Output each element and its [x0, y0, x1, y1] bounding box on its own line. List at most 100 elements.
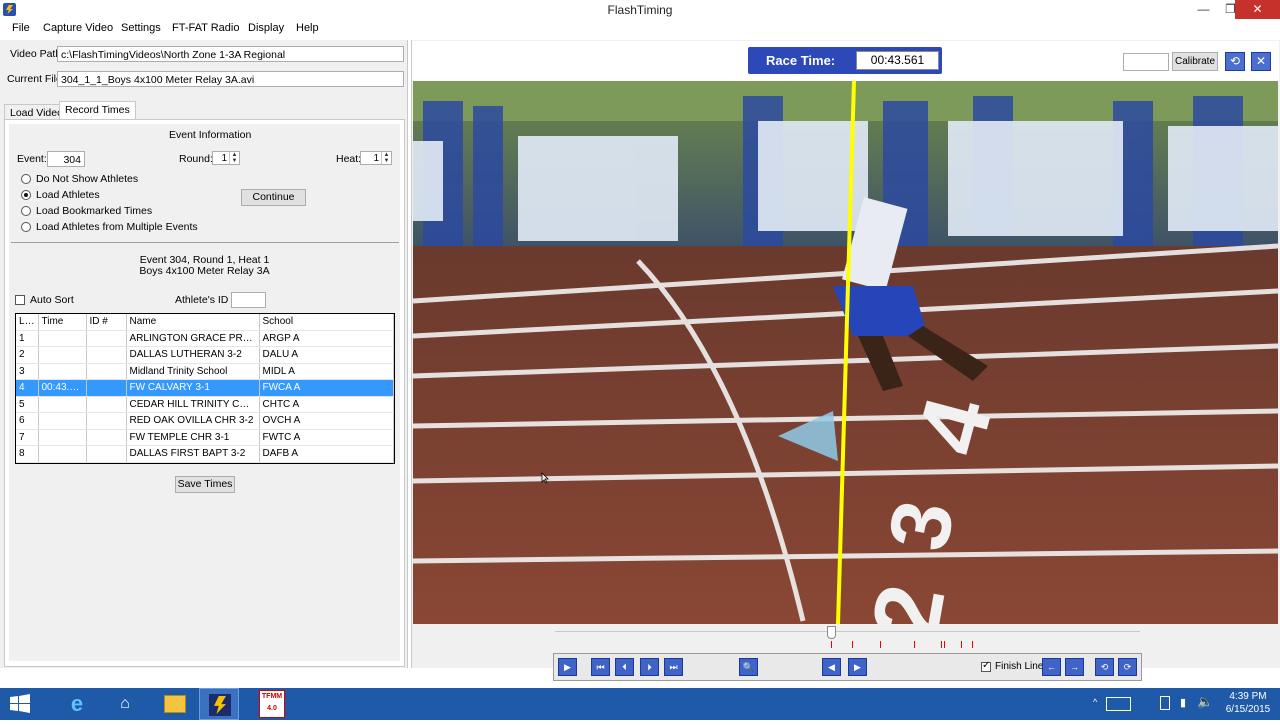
taskbar: e ⌂ TFMM 4.0 ^ ▮ 🔈 4:39 PM 6/15/2015	[0, 688, 1280, 720]
race-video-image: 4 3 2	[413, 81, 1278, 624]
tfmm-taskbar-icon[interactable]: TFMM 4.0	[252, 688, 292, 720]
col-time[interactable]: Time	[38, 314, 87, 331]
prev-bookmark-icon[interactable]: ◀	[822, 658, 841, 676]
cell-time[interactable]	[38, 346, 87, 364]
table-row-selected[interactable]: 4 00:43.561 FW CALVARY 3-1 FWCA A	[16, 379, 394, 397]
zoom-icon[interactable]: 🔍	[739, 658, 758, 676]
athlete-id-input[interactable]	[231, 292, 266, 308]
internet-explorer-icon[interactable]: e	[57, 688, 97, 720]
menu-display[interactable]: Display	[248, 22, 284, 34]
rotate-left-icon[interactable]: ⟲	[1095, 658, 1114, 676]
spin-arrows-icon[interactable]: ▲ ▼	[381, 152, 391, 164]
step-back-icon[interactable]: ⏴	[615, 658, 634, 676]
skip-to-start-icon[interactable]: ⏮	[591, 658, 610, 676]
finish-line-label: Finish Line	[995, 661, 1044, 672]
file-explorer-icon[interactable]	[154, 688, 194, 720]
battery-icon[interactable]	[1160, 696, 1170, 710]
col-school[interactable]: School	[259, 314, 394, 331]
heat-stepper[interactable]: 1 ▲ ▼	[360, 151, 392, 165]
cell-lane: 3	[16, 363, 39, 380]
timeline-scrubber[interactable]	[827, 626, 836, 639]
table-row[interactable]: 7 FW TEMPLE CHR 3-1 FWTC A	[16, 429, 394, 446]
cell-lane: 2	[16, 346, 39, 364]
radio-load-multiple[interactable]	[21, 222, 31, 232]
close-button[interactable]: ✕	[1235, 0, 1280, 19]
calibrate-input[interactable]	[1123, 53, 1169, 71]
menu-ft-fat-radio[interactable]: FT-FAT Radio	[172, 22, 239, 34]
radio-load-athletes[interactable]	[21, 190, 31, 200]
cell-school: CHTC A	[259, 396, 394, 413]
menu-help[interactable]: Help	[296, 22, 319, 34]
col-lane[interactable]: Lane	[16, 314, 39, 331]
cell-time[interactable]: 00:43.561	[38, 379, 87, 397]
radio-do-not-show[interactable]	[21, 174, 31, 184]
round-stepper[interactable]: 1 ▲ ▼	[212, 151, 240, 165]
clock-time: 4:39 PM	[1229, 691, 1267, 702]
table-row[interactable]: 2 DALLAS LUTHERAN 3-2 DALU A	[16, 346, 394, 364]
current-file-field[interactable]: 304_1_1_Boys 4x100 Meter Relay 3A.avi	[57, 71, 404, 87]
network-icon[interactable]: ▮	[1180, 696, 1186, 709]
cell-name: FW CALVARY 3-1	[126, 379, 260, 397]
event-subheading: Boys 4x100 Meter Relay 3A	[139, 265, 270, 277]
volume-icon[interactable]: 🔈	[1197, 694, 1213, 710]
rotate-right-icon[interactable]: ⟳	[1118, 658, 1137, 676]
menu-file[interactable]: File	[12, 22, 30, 34]
arrow-right-icon[interactable]: →	[1065, 658, 1084, 676]
keyboard-icon[interactable]	[1106, 697, 1131, 711]
cell-lane: 1	[16, 330, 39, 347]
cell-id[interactable]	[86, 346, 127, 364]
video-path-field[interactable]: c:\FlashTimingVideos\North Zone 1-3A Reg…	[57, 46, 404, 62]
cell-id[interactable]	[86, 330, 127, 347]
minimize-button[interactable]: —	[1190, 0, 1217, 19]
cell-time[interactable]	[38, 429, 87, 446]
col-id[interactable]: ID #	[86, 314, 127, 331]
arrow-left-icon[interactable]: ←	[1042, 658, 1061, 676]
next-bookmark-icon[interactable]: ▶	[848, 658, 867, 676]
auto-sort-checkbox[interactable]	[15, 295, 25, 305]
radio-load-bookmarked[interactable]	[21, 206, 31, 216]
video-frame[interactable]: 4 3 2	[413, 81, 1278, 624]
table-row[interactable]: 6 RED OAK OVILLA CHR 3-2 OVCH A	[16, 412, 394, 430]
show-hidden-icons[interactable]: ^	[1093, 697, 1103, 709]
close-video-icon[interactable]: ✕	[1251, 52, 1271, 71]
home-icon[interactable]: ⌂	[105, 688, 145, 720]
table-row[interactable]: 8 DALLAS FIRST BAPT 3-2 DAFB A	[16, 445, 394, 463]
cell-id[interactable]	[86, 412, 127, 430]
cell-time[interactable]	[38, 445, 87, 463]
table-row[interactable]: 5 CEDAR HILL TRINITY CHR ... CHTC A	[16, 396, 394, 413]
skip-to-end-icon[interactable]: ⏭	[664, 658, 683, 676]
refresh-icon[interactable]: ⟲	[1225, 52, 1245, 71]
spin-arrows-icon[interactable]: ▲ ▼	[229, 152, 239, 164]
cell-id[interactable]	[86, 445, 127, 463]
flashtiming-taskbar-icon[interactable]	[199, 688, 239, 720]
col-name[interactable]: Name	[126, 314, 260, 331]
cell-time[interactable]	[38, 363, 87, 380]
cell-id[interactable]	[86, 396, 127, 413]
calibrate-button[interactable]: Calibrate	[1172, 52, 1218, 71]
menu-settings[interactable]: Settings	[121, 22, 161, 34]
timeline[interactable]	[555, 624, 1145, 654]
cell-name: CEDAR HILL TRINITY CHR ...	[126, 396, 260, 413]
cell-name: ARLINGTON GRACE PREP ...	[126, 330, 260, 347]
bookmark-tick	[972, 641, 973, 648]
step-forward-icon[interactable]: ⏵	[640, 658, 659, 676]
event-input[interactable]: 304	[47, 151, 85, 167]
clock[interactable]: 4:39 PM 6/15/2015	[1222, 690, 1274, 716]
cell-id[interactable]	[86, 379, 127, 397]
finish-line-checkbox[interactable]: ✓	[981, 660, 991, 672]
cell-id[interactable]	[86, 363, 127, 380]
table-row[interactable]: 3 Midland Trinity School MIDL A	[16, 363, 394, 380]
tab-record-times[interactable]: Record Times	[59, 101, 136, 120]
continue-button[interactable]: Continue	[241, 189, 306, 206]
play-icon[interactable]: ▶	[558, 658, 577, 676]
cell-school: FWCA A	[259, 379, 394, 397]
cell-id[interactable]	[86, 429, 127, 446]
cell-time[interactable]	[38, 412, 87, 430]
menu-capture-video[interactable]: Capture Video	[43, 22, 113, 34]
save-times-button[interactable]: Save Times	[175, 476, 235, 493]
cell-time[interactable]	[38, 396, 87, 413]
table-row[interactable]: 1 ARLINGTON GRACE PREP ... ARGP A	[16, 330, 394, 347]
clock-date: 6/15/2015	[1225, 704, 1271, 715]
cell-time[interactable]	[38, 330, 87, 347]
windows-start-icon[interactable]	[0, 688, 40, 720]
